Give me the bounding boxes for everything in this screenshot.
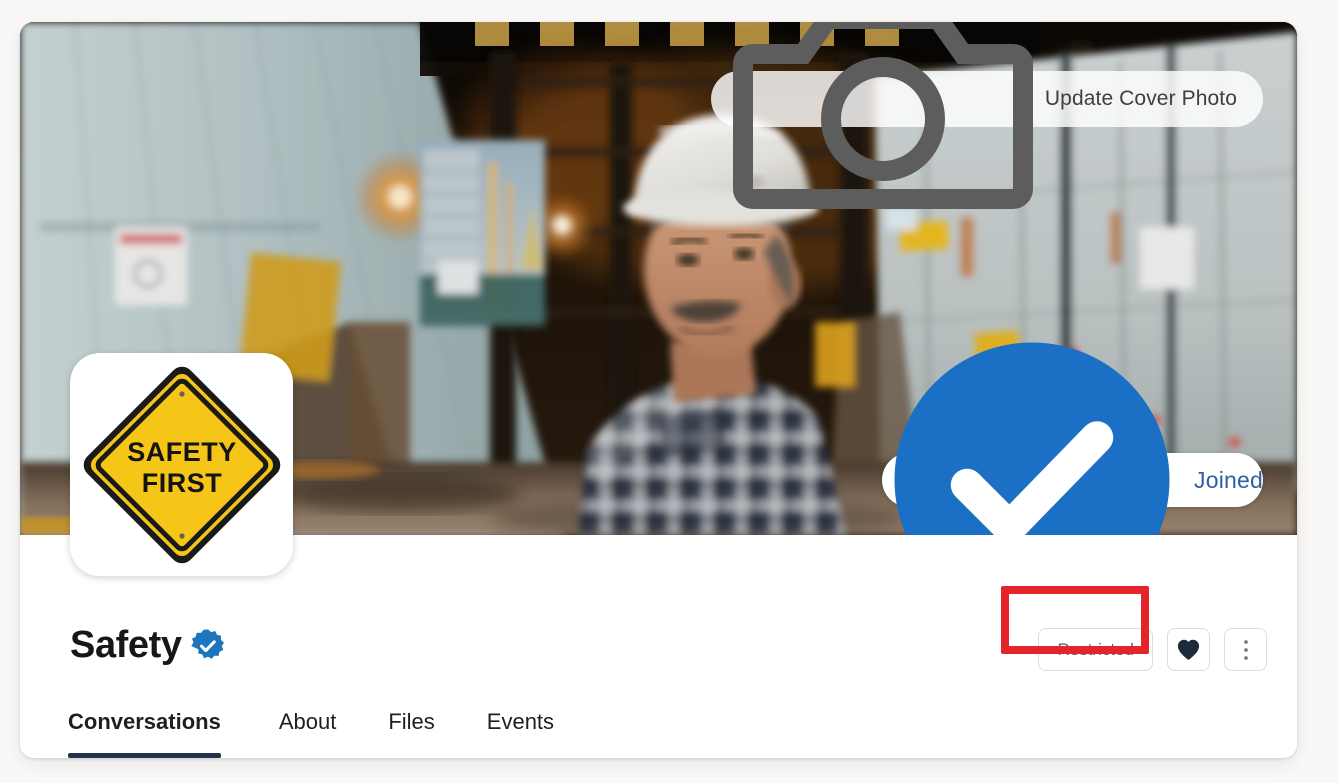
verified-badge-icon <box>190 625 226 664</box>
tab-files[interactable]: Files <box>362 686 460 758</box>
more-options-button[interactable] <box>1224 628 1267 671</box>
group-avatar[interactable]: SAFETY FIRST <box>70 353 293 576</box>
tab-about[interactable]: About <box>253 686 363 758</box>
update-cover-photo-label: Update Cover Photo <box>1045 87 1237 111</box>
group-tabs: Conversations About Files Events <box>68 686 580 758</box>
restricted-button[interactable]: Restricted <box>1038 628 1153 671</box>
tab-events[interactable]: Events <box>461 686 580 758</box>
page-root: Update Cover Photo Joined Safety <box>0 0 1339 783</box>
group-profile-card: Update Cover Photo Joined Safety <box>20 22 1297 758</box>
sign-line-2: FIRST <box>141 468 222 498</box>
group-actions: Restricted <box>1038 628 1267 671</box>
update-cover-photo-button[interactable]: Update Cover Photo <box>711 71 1263 127</box>
favorite-button[interactable] <box>1167 628 1210 671</box>
heart-icon <box>1176 638 1201 661</box>
more-vertical-icon <box>1243 638 1249 662</box>
joined-button[interactable]: Joined <box>882 453 1263 507</box>
tab-conversations[interactable]: Conversations <box>68 686 253 758</box>
joined-label: Joined <box>1194 467 1263 494</box>
camera-icon <box>733 22 1033 219</box>
check-circle-icon <box>882 330 1182 535</box>
sign-line-1: SAFETY <box>127 437 237 467</box>
group-title-row: Safety <box>70 625 226 664</box>
page-title: Safety <box>70 626 182 664</box>
safety-first-sign-icon: SAFETY FIRST <box>82 365 282 565</box>
